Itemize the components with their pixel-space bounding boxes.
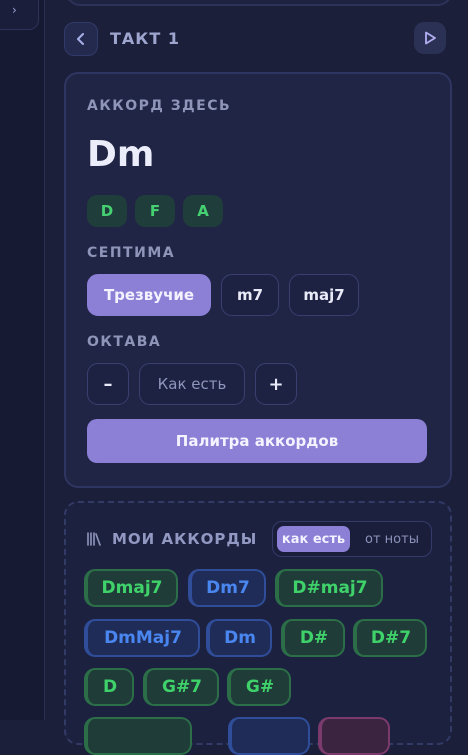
library-icon [87,532,101,546]
play-button[interactable] [414,22,446,54]
saved-chord-chip[interactable]: D [84,668,134,706]
chevron-left-icon [77,33,84,45]
octave-minus-button[interactable]: – [87,363,129,405]
note-badge: A [183,195,223,227]
previous-card-edge [66,0,452,6]
mode-as-is-button[interactable]: как есть [277,526,350,552]
note-badge: F [135,195,175,227]
chord-card: АККОРД ЗДЕСЬ Dm D F A СЕПТИМА Трезвучие … [64,72,452,488]
saved-chord-chip[interactable]: D# [281,619,345,657]
my-chords-title: МОИ АККОРДЫ [112,530,258,548]
octave-plus-button[interactable]: + [255,363,297,405]
saved-chord-chip[interactable]: D#7 [353,619,427,657]
note-badge: D [87,195,127,227]
saved-chord-chip[interactable]: Dm7 [188,569,266,607]
saved-chord-chip[interactable]: Dm [206,619,272,657]
saved-chord-chip[interactable] [318,717,390,755]
tact-label: ТАКТ 1 [110,29,180,48]
saved-chord-chip[interactable]: G#7 [143,668,219,706]
chord-name: Dm [87,134,155,175]
tact-header: ТАКТ 1 [64,22,450,56]
play-icon [425,31,436,45]
chord-section-label: АККОРД ЗДЕСЬ [87,98,232,114]
my-chords-card: МОИ АККОРДЫ как есть от ноты Dmaj7 Dm7 D… [64,501,452,755]
saved-chord-chip[interactable] [84,717,192,755]
seventh-option-m7[interactable]: m7 [221,274,279,316]
saved-chord-chip[interactable]: Dmaj7 [84,569,178,607]
seventh-option-triad[interactable]: Трезвучие [87,274,211,316]
octave-value: Как есть [139,363,245,405]
saved-chord-chip[interactable]: D#maj7 [275,569,383,607]
prev-tact-button[interactable] [64,22,98,56]
my-chords-header: МОИ АККОРДЫ [86,530,257,548]
chord-palette-button[interactable]: Палитра аккордов [87,419,427,463]
octave-controls: – Как есть + [87,363,297,405]
sidebar-toggle[interactable]: › [0,0,39,30]
seventh-option-maj7[interactable]: maj7 [289,274,359,316]
chevron-icon: › [12,3,17,17]
left-sidebar: › [0,0,45,720]
mode-from-note-button[interactable]: от ноты [357,526,427,552]
saved-chord-chip[interactable] [228,717,310,755]
seventh-options: Трезвучие m7 maj7 [87,274,359,316]
octave-label: ОКТАВА [87,334,162,350]
chord-notes: D F A [87,195,223,227]
mode-toggle: как есть от ноты [272,521,432,557]
saved-chord-chip[interactable]: DmMaj7 [84,619,200,657]
seventh-label: СЕПТИМА [87,245,176,261]
saved-chord-chip[interactable]: G# [227,668,291,706]
